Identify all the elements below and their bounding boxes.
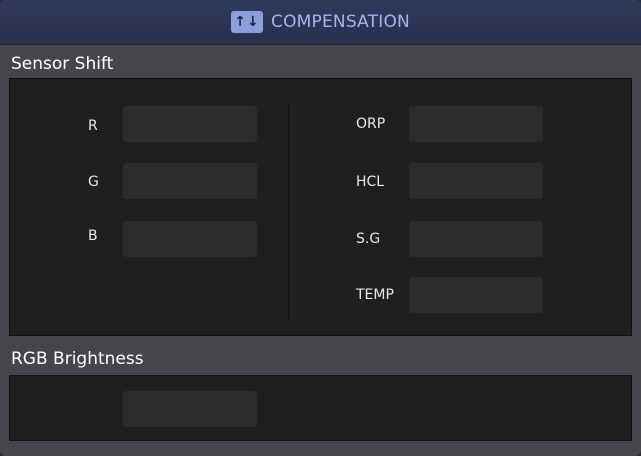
r-label: R: [88, 118, 98, 134]
temp-value-field[interactable]: [409, 277, 543, 313]
hcl-value-field[interactable]: [409, 163, 543, 199]
rgb-brightness-value-field[interactable]: [123, 391, 257, 427]
window-title: COMPENSATION: [271, 12, 410, 32]
swap-arrows-icon: ↑↓: [231, 11, 264, 33]
g-label: G: [88, 174, 99, 190]
rgb-brightness-title: RGB Brightness: [11, 349, 144, 369]
r-value-field[interactable]: [123, 106, 257, 142]
compensation-window: ↑↓ COMPENSATION Sensor Shift R G B ORP H…: [0, 0, 641, 456]
b-label: B: [88, 228, 98, 244]
sensor-shift-title: Sensor Shift: [11, 54, 114, 74]
rgb-brightness-panel: [9, 375, 632, 441]
column-divider: [288, 104, 289, 320]
sg-value-field[interactable]: [409, 221, 543, 257]
orp-value-field[interactable]: [409, 106, 543, 142]
g-value-field[interactable]: [123, 163, 257, 199]
orp-label: ORP: [356, 116, 386, 132]
hcl-label: HCL: [356, 174, 385, 190]
temp-label: TEMP: [356, 287, 394, 303]
sg-label: S.G: [356, 231, 381, 247]
b-value-field[interactable]: [123, 221, 257, 257]
title-bar: ↑↓ COMPENSATION: [0, 0, 641, 45]
